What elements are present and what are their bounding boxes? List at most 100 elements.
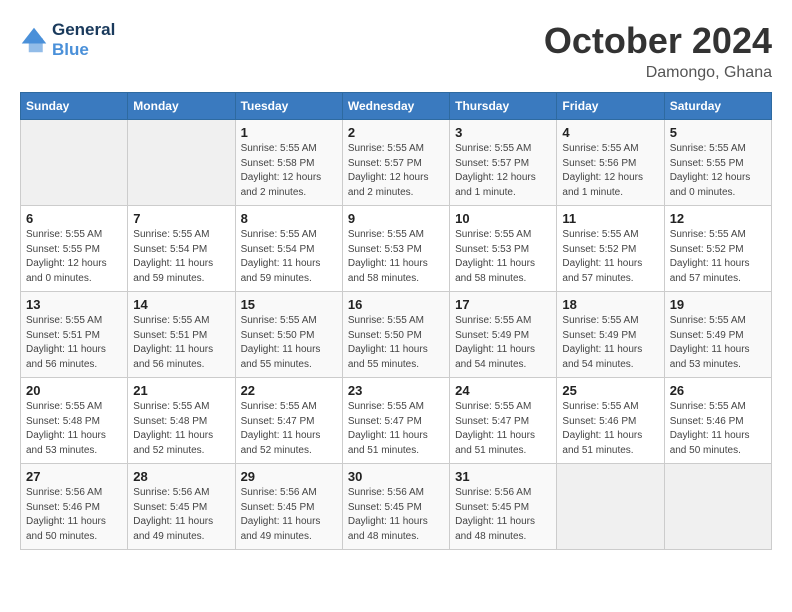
day-info: Sunrise: 5:56 AMSunset: 5:45 PMDaylight:…	[348, 486, 444, 544]
day-number: 21	[133, 383, 229, 398]
day-info: Sunrise: 5:55 AMSunset: 5:56 PMDaylight:…	[562, 142, 658, 200]
day-info: Sunrise: 5:56 AMSunset: 5:45 PMDaylight:…	[241, 486, 337, 544]
day-number: 30	[348, 469, 444, 484]
calendar-cell: 14 Sunrise: 5:55 AMSunset: 5:51 PMDayligh…	[128, 292, 235, 378]
calendar-cell: 30 Sunrise: 5:56 AMSunset: 5:45 PMDayligh…	[342, 464, 449, 550]
header-day-monday: Monday	[128, 93, 235, 120]
day-info: Sunrise: 5:55 AMSunset: 5:58 PMDaylight:…	[241, 142, 337, 200]
day-info: Sunrise: 5:55 AMSunset: 5:51 PMDaylight:…	[133, 314, 229, 372]
calendar-cell: 13 Sunrise: 5:55 AMSunset: 5:51 PMDayligh…	[21, 292, 128, 378]
day-info: Sunrise: 5:55 AMSunset: 5:49 PMDaylight:…	[670, 314, 766, 372]
calendar-cell: 1Sunrise: 5:55 AMSunset: 5:58 PMDaylight…	[235, 120, 342, 206]
day-number: 4	[562, 125, 658, 140]
day-number: 15	[241, 297, 337, 312]
day-info: Sunrise: 5:55 AMSunset: 5:48 PMDaylight:…	[133, 400, 229, 458]
header-row: SundayMondayTuesdayWednesdayThursdayFrid…	[21, 93, 772, 120]
day-number: 13	[26, 297, 122, 312]
header-day-sunday: Sunday	[21, 93, 128, 120]
day-number: 6	[26, 211, 122, 226]
calendar-cell	[557, 464, 664, 550]
day-info: Sunrise: 5:55 AMSunset: 5:55 PMDaylight:…	[26, 228, 122, 286]
day-number: 3	[455, 125, 551, 140]
header-day-thursday: Thursday	[450, 93, 557, 120]
calendar-cell: 21 Sunrise: 5:55 AMSunset: 5:48 PMDayligh…	[128, 378, 235, 464]
day-number: 27	[26, 469, 122, 484]
day-info: Sunrise: 5:56 AMSunset: 5:46 PMDaylight:…	[26, 486, 122, 544]
calendar-cell: 2 Sunrise: 5:55 AMSunset: 5:57 PMDaylight…	[342, 120, 449, 206]
page-header: General Blue October 2024 Damongo, Ghana	[20, 20, 772, 82]
calendar-table: SundayMondayTuesdayWednesdayThursdayFrid…	[20, 92, 772, 550]
day-info: Sunrise: 5:55 AMSunset: 5:47 PMDaylight:…	[348, 400, 444, 458]
day-number: 20	[26, 383, 122, 398]
calendar-cell: 22Sunrise: 5:55 AMSunset: 5:47 PMDayligh…	[235, 378, 342, 464]
day-info: Sunrise: 5:56 AMSunset: 5:45 PMDaylight:…	[133, 486, 229, 544]
calendar-cell: 10 Sunrise: 5:55 AMSunset: 5:53 PMDayligh…	[450, 206, 557, 292]
week-row-1: 1Sunrise: 5:55 AMSunset: 5:58 PMDaylight…	[21, 120, 772, 206]
day-number: 19	[670, 297, 766, 312]
day-number: 2	[348, 125, 444, 140]
day-info: Sunrise: 5:55 AMSunset: 5:53 PMDaylight:…	[348, 228, 444, 286]
location-title: Damongo, Ghana	[544, 64, 772, 82]
week-row-5: 27 Sunrise: 5:56 AMSunset: 5:46 PMDayligh…	[21, 464, 772, 550]
day-info: Sunrise: 5:55 AMSunset: 5:53 PMDaylight:…	[455, 228, 551, 286]
header-day-wednesday: Wednesday	[342, 93, 449, 120]
day-number: 9	[348, 211, 444, 226]
day-number: 8	[241, 211, 337, 226]
calendar-cell	[21, 120, 128, 206]
calendar-cell: 24Sunrise: 5:55 AMSunset: 5:47 PMDayligh…	[450, 378, 557, 464]
day-number: 26	[670, 383, 766, 398]
calendar-cell: 20 Sunrise: 5:55 AMSunset: 5:48 PMDayligh…	[21, 378, 128, 464]
title-area: October 2024 Damongo, Ghana	[544, 20, 772, 82]
logo-icon	[20, 26, 48, 54]
calendar-cell: 25Sunrise: 5:55 AMSunset: 5:46 PMDayligh…	[557, 378, 664, 464]
day-info: Sunrise: 5:55 AMSunset: 5:52 PMDaylight:…	[562, 228, 658, 286]
day-number: 29	[241, 469, 337, 484]
day-number: 16	[348, 297, 444, 312]
calendar-cell: 28Sunrise: 5:56 AMSunset: 5:45 PMDayligh…	[128, 464, 235, 550]
logo: General Blue	[20, 20, 115, 59]
day-info: Sunrise: 5:55 AMSunset: 5:49 PMDaylight:…	[562, 314, 658, 372]
day-number: 11	[562, 211, 658, 226]
calendar-cell: 18 Sunrise: 5:55 AMSunset: 5:49 PMDayligh…	[557, 292, 664, 378]
day-number: 31	[455, 469, 551, 484]
calendar-cell: 16 Sunrise: 5:55 AMSunset: 5:50 PMDayligh…	[342, 292, 449, 378]
calendar-body: 1Sunrise: 5:55 AMSunset: 5:58 PMDaylight…	[21, 120, 772, 550]
day-info: Sunrise: 5:55 AMSunset: 5:46 PMDaylight:…	[562, 400, 658, 458]
calendar-cell: 4 Sunrise: 5:55 AMSunset: 5:56 PMDaylight…	[557, 120, 664, 206]
day-number: 18	[562, 297, 658, 312]
day-number: 17	[455, 297, 551, 312]
day-info: Sunrise: 5:55 AMSunset: 5:50 PMDaylight:…	[241, 314, 337, 372]
calendar-cell	[664, 464, 771, 550]
day-number: 23	[348, 383, 444, 398]
day-number: 7	[133, 211, 229, 226]
calendar-cell: 5Sunrise: 5:55 AMSunset: 5:55 PMDaylight…	[664, 120, 771, 206]
calendar-cell: 7 Sunrise: 5:55 AMSunset: 5:54 PMDaylight…	[128, 206, 235, 292]
day-info: Sunrise: 5:55 AMSunset: 5:47 PMDaylight:…	[241, 400, 337, 458]
day-number: 10	[455, 211, 551, 226]
day-info: Sunrise: 5:55 AMSunset: 5:57 PMDaylight:…	[455, 142, 551, 200]
calendar-cell: 17 Sunrise: 5:55 AMSunset: 5:49 PMDayligh…	[450, 292, 557, 378]
day-number: 24	[455, 383, 551, 398]
day-number: 14	[133, 297, 229, 312]
week-row-4: 20 Sunrise: 5:55 AMSunset: 5:48 PMDayligh…	[21, 378, 772, 464]
day-info: Sunrise: 5:55 AMSunset: 5:57 PMDaylight:…	[348, 142, 444, 200]
calendar-cell: 11 Sunrise: 5:55 AMSunset: 5:52 PMDayligh…	[557, 206, 664, 292]
day-info: Sunrise: 5:55 AMSunset: 5:46 PMDaylight:…	[670, 400, 766, 458]
calendar-cell: 19 Sunrise: 5:55 AMSunset: 5:49 PMDayligh…	[664, 292, 771, 378]
week-row-3: 13 Sunrise: 5:55 AMSunset: 5:51 PMDayligh…	[21, 292, 772, 378]
day-info: Sunrise: 5:55 AMSunset: 5:49 PMDaylight:…	[455, 314, 551, 372]
calendar-cell: 27 Sunrise: 5:56 AMSunset: 5:46 PMDayligh…	[21, 464, 128, 550]
calendar-cell: 15 Sunrise: 5:55 AMSunset: 5:50 PMDayligh…	[235, 292, 342, 378]
day-info: Sunrise: 5:55 AMSunset: 5:50 PMDaylight:…	[348, 314, 444, 372]
day-info: Sunrise: 5:55 AMSunset: 5:55 PMDaylight:…	[670, 142, 766, 200]
calendar-cell: 8Sunrise: 5:55 AMSunset: 5:54 PMDaylight…	[235, 206, 342, 292]
calendar-cell: 29 Sunrise: 5:56 AMSunset: 5:45 PMDayligh…	[235, 464, 342, 550]
header-day-tuesday: Tuesday	[235, 93, 342, 120]
calendar-cell: 31Sunrise: 5:56 AMSunset: 5:45 PMDayligh…	[450, 464, 557, 550]
day-info: Sunrise: 5:55 AMSunset: 5:51 PMDaylight:…	[26, 314, 122, 372]
day-info: Sunrise: 5:55 AMSunset: 5:48 PMDaylight:…	[26, 400, 122, 458]
week-row-2: 6 Sunrise: 5:55 AMSunset: 5:55 PMDaylight…	[21, 206, 772, 292]
calendar-cell	[128, 120, 235, 206]
calendar-header: SundayMondayTuesdayWednesdayThursdayFrid…	[21, 93, 772, 120]
day-info: Sunrise: 5:55 AMSunset: 5:54 PMDaylight:…	[133, 228, 229, 286]
